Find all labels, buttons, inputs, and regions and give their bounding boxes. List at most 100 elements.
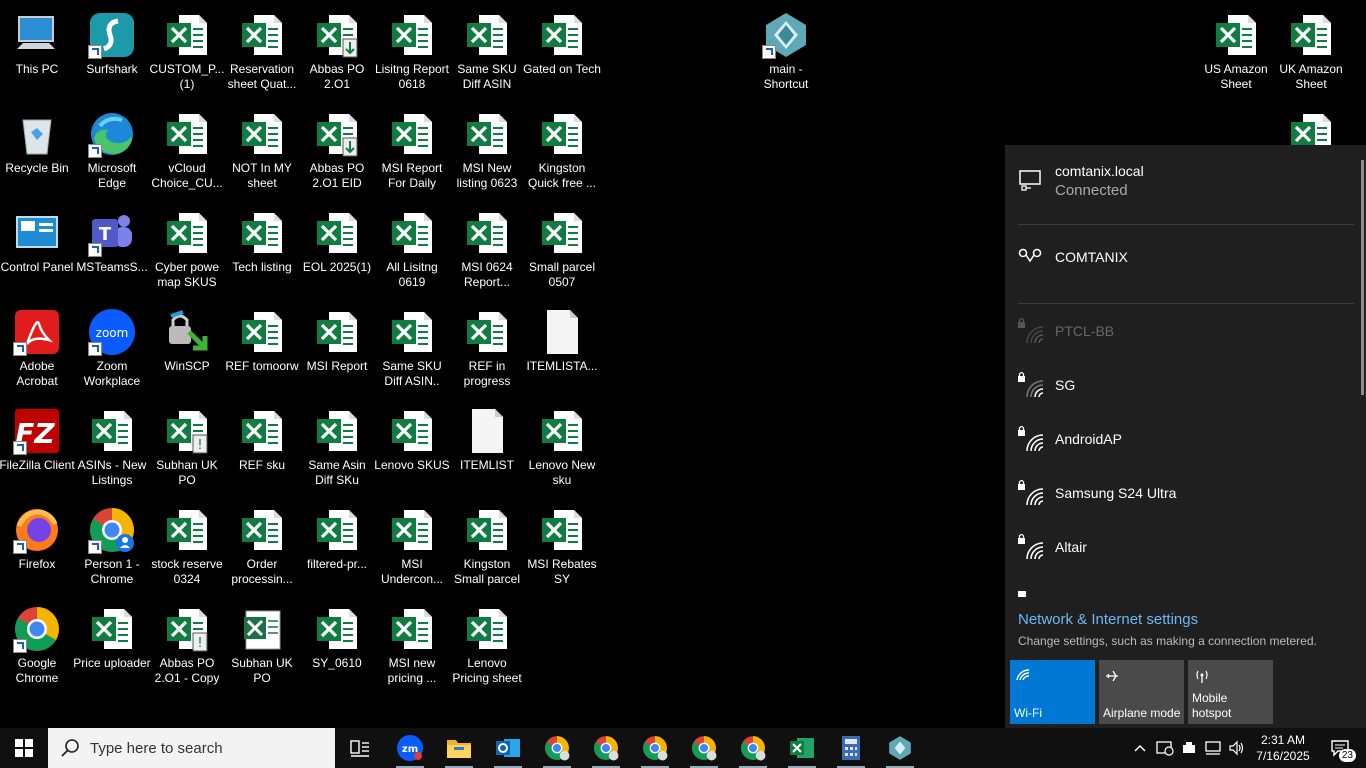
dialup-connection-item[interactable]: COMTANIX <box>1017 243 1357 271</box>
desktop-icon-label: Recycle Bin <box>5 161 69 175</box>
desktop-icon-ref-sku[interactable]: REF sku <box>225 401 299 493</box>
desktop-icon-cyber-powe-map-skus[interactable]: Cyber powe map SKUS <box>150 203 224 295</box>
desktop-icon-recycle-bin[interactable]: Recycle Bin <box>0 104 74 196</box>
desktop-icon-asins-new-listings[interactable]: ASINs - New Listings <box>75 401 149 493</box>
desktop-icon-kingston-small-parcel[interactable]: Kingston Small parcel <box>450 500 524 592</box>
connected-network-item[interactable]: comtanix.local Connected <box>1017 163 1357 199</box>
desktop-icon-tech-listing[interactable]: Tech listing <box>225 203 299 295</box>
desktop-icon-not-in-my-sheet[interactable]: NOT In MY sheet <box>225 104 299 196</box>
desktop-icon-custom-p-1[interactable]: CUSTOM_P... (1) <box>150 5 224 97</box>
wifi-network-samsung-s24-ultra[interactable]: Samsung S24 Ultra <box>1017 479 1357 507</box>
excel-icon <box>313 407 361 455</box>
desktop-icon-abbas-po-2-o1-copy[interactable]: ! Abbas PO 2.O1 - Copy <box>150 599 224 691</box>
desktop-icon-abbas-po-2-o1[interactable]: Abbas PO 2.O1 <box>300 5 374 97</box>
desktop-icon-reservation-sheet-quat[interactable]: Reservation sheet Quat... <box>225 5 299 97</box>
desktop-icon-itemlist[interactable]: ITEMLIST <box>450 401 524 493</box>
desktop-icon-sy-0610[interactable]: SY_0610 <box>300 599 374 691</box>
desktop-icon-kingston-quick-free[interactable]: Kingston Quick free ... <box>525 104 599 196</box>
desktop-icon-msi-new-listing-0623[interactable]: MSI New listing 0623 <box>450 104 524 196</box>
taskbar-search-box[interactable]: Type here to search <box>48 728 335 768</box>
desktop-icon-abbas-po-2-o1-eid[interactable]: Abbas PO 2.O1 EID <box>300 104 374 196</box>
desktop-icon-same-asin-diff-sku[interactable]: Same Asin Diff SKu <box>300 401 374 493</box>
show-hidden-icons-button[interactable] <box>1130 728 1150 768</box>
wifi-network-androidap[interactable]: AndroidAP <box>1017 425 1357 453</box>
desktop-icon-person-1-chrome[interactable]: Person 1 - Chrome <box>75 500 149 592</box>
wifi-network-altair[interactable]: Altair <box>1017 533 1357 561</box>
taskbar-app-chrome-5[interactable] <box>731 728 775 768</box>
desktop-icon-msi-rebates-sy[interactable]: MSI Rebates SY <box>525 500 599 592</box>
taskbar-app-chrome-1[interactable] <box>535 728 579 768</box>
power-tray-icon[interactable] <box>1178 728 1200 768</box>
desktop-icon-ref-in-progress[interactable]: REF in progress <box>450 302 524 394</box>
desktop-icon-filtered-pr[interactable]: filtered-pr... <box>300 500 374 592</box>
desktop-icon-label: CUSTOM_P... (1) <box>149 62 225 91</box>
desktop-icon-vcloud-choice-cu[interactable]: vCloud Choice_CU... <box>150 104 224 196</box>
desktop-icon-this-pc[interactable]: This PC <box>0 5 74 97</box>
desktop-icon-msteamss[interactable]: T MSTeamsS... <box>75 203 149 295</box>
wifi-network-sg[interactable]: SG <box>1017 371 1357 399</box>
quick-action-airplane-mode[interactable]: Airplane mode <box>1099 660 1184 724</box>
excel-icon <box>313 308 361 356</box>
desktop-icon-ref-tomoorw[interactable]: REF tomoorw <box>225 302 299 394</box>
desktop-icon-subhan-uk-po[interactable]: Subhan UK PO <box>225 599 299 691</box>
excel-icon <box>538 407 586 455</box>
desktop-icon-microsoft-edge[interactable]: Microsoft Edge <box>75 104 149 196</box>
desktop-icon-gated-on-tech[interactable]: Gated on Tech <box>523 5 601 97</box>
notification-center-button[interactable]: 23 <box>1320 728 1360 768</box>
taskbar-app-excel[interactable] <box>780 728 824 768</box>
desktop-icon-google-chrome[interactable]: Google Chrome <box>0 599 74 691</box>
desktop-icon-msi-0624-report[interactable]: MSI 0624 Report... <box>450 203 524 295</box>
desktop-icon-same-sku-diff-asin[interactable]: Same SKU Diff ASIN.. <box>375 302 449 394</box>
taskbar-app-chrome-4[interactable] <box>682 728 726 768</box>
quick-action-wi-fi[interactable]: Wi-Fi <box>1010 660 1095 724</box>
desktop-icon-filezilla-client[interactable]: FZ FileZilla Client <box>0 401 75 493</box>
desktop-icon-adobe-acrobat[interactable]: Adobe Acrobat <box>0 302 74 394</box>
desktop-icon-zoom-workplace[interactable]: zoom Zoom Workplace <box>75 302 149 394</box>
desktop-icon-order-processin[interactable]: Order processin... <box>225 500 299 592</box>
taskbar-app-task-view[interactable] <box>338 728 382 768</box>
desktop-icon-msi-report[interactable]: MSI Report <box>300 302 374 394</box>
clock[interactable]: 2:31 AM 7/16/2025 <box>1250 728 1316 768</box>
desktop-icon-surfshark[interactable]: Surfshark <box>75 5 149 97</box>
desktop-icon-winscp[interactable]: WinSCP <box>150 302 224 394</box>
desktop-icon-msi-report-for-daily[interactable]: MSI Report For Daily <box>375 104 449 196</box>
quick-action-mobile-hotspot[interactable]: Mobile hotspot <box>1188 660 1273 724</box>
taskbar-app-main-app[interactable] <box>878 728 922 768</box>
desktop-icon-small-parcel-0507[interactable]: Small parcel 0507 <box>525 203 599 295</box>
desktop-icon-lenovo-new-sku[interactable]: Lenovo New sku <box>525 401 599 493</box>
desktop-icon-itemlista[interactable]: ITEMLISTA... <box>525 302 599 394</box>
taskbar-app-chrome-2[interactable] <box>584 728 628 768</box>
taskbar-app-file-explorer[interactable] <box>437 728 481 768</box>
scrollbar[interactable] <box>1361 160 1364 395</box>
taskbar-app-chrome-3[interactable] <box>633 728 677 768</box>
desktop-icon-eol-2025-1[interactable]: EOL 2025(1) <box>300 203 374 295</box>
desktop-icon-price-uploader[interactable]: Price uploader <box>73 599 151 691</box>
desktop-icon-stock-reserve-0324[interactable]: stock reserve 0324 <box>150 500 224 592</box>
desktop-icon-uk-amazon-sheet[interactable]: UK Amazon Sheet <box>1274 5 1348 97</box>
desktop-icon-lenovo-skus[interactable]: Lenovo SKUS <box>374 401 450 493</box>
desktop-icon-label: MSI new pricing ... <box>387 656 437 685</box>
network-settings-link[interactable]: Network & Internet settings <box>1018 611 1198 628</box>
security-tray-icon[interactable] <box>1154 728 1176 768</box>
wifi-network-ptcl-bb[interactable]: PTCL-BB <box>1017 317 1357 345</box>
desktop-icon-firefox[interactable]: Firefox <box>0 500 74 592</box>
desktop-icon-all-lisitng-0619[interactable]: All Lisitng 0619 <box>375 203 449 295</box>
desktop-icon-msi-new-pricing[interactable]: MSI new pricing ... <box>375 599 449 691</box>
secured-wifi-icon <box>1017 371 1045 399</box>
desktop-icon-subhan-uk-po[interactable]: ! Subhan UK PO <box>150 401 224 493</box>
desktop-icon-same-sku-diff-asin[interactable]: Same SKU Diff ASIN <box>450 5 524 97</box>
firefox-icon <box>13 506 61 554</box>
start-button[interactable] <box>2 728 46 768</box>
desktop-icon-us-amazon-sheet[interactable]: US Amazon Sheet <box>1199 5 1273 97</box>
volume-tray-icon[interactable] <box>1226 728 1248 768</box>
network-tray-icon[interactable] <box>1202 728 1224 768</box>
desktop-icon-label: Subhan UK PO <box>231 656 293 685</box>
desktop-icon-lisitng-report-0618[interactable]: Lisitng Report 0618 <box>375 5 449 97</box>
desktop-icon-main-shortcut[interactable]: main - Shortcut <box>749 5 823 97</box>
taskbar-app-outlook[interactable] <box>486 728 530 768</box>
taskbar-app-zoom[interactable]: zm <box>388 728 432 768</box>
desktop-icon-msi-undercon[interactable]: MSI Undercon... <box>375 500 449 592</box>
desktop-icon-control-panel[interactable]: Control Panel <box>0 203 74 295</box>
taskbar-app-calculator[interactable] <box>829 728 873 768</box>
desktop-icon-lenovo-pricing-sheet[interactable]: Lenovo Pricing sheet <box>450 599 524 691</box>
